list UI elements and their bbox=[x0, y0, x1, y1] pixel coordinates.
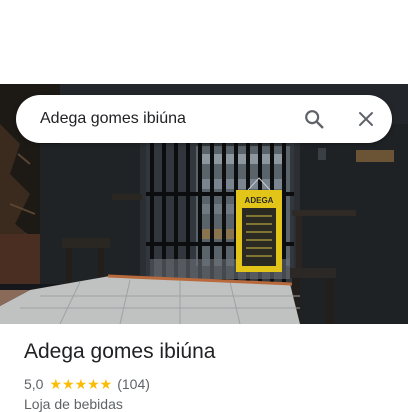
search-button[interactable] bbox=[296, 101, 332, 137]
close-icon bbox=[359, 112, 373, 126]
place-title: Adega gomes ibiúna bbox=[24, 340, 216, 363]
clear-button[interactable] bbox=[348, 101, 384, 137]
search-input[interactable]: Adega gomes ibiúna bbox=[40, 110, 296, 128]
rating-value: 5,0 bbox=[24, 376, 44, 392]
search-bar[interactable]: Adega gomes ibiúna bbox=[16, 95, 392, 143]
sign-label: ADEGA bbox=[245, 196, 274, 205]
star-rating-icon: ★★★★★ bbox=[49, 375, 113, 392]
review-count[interactable]: (104) bbox=[117, 376, 150, 392]
place-category: Loja de bebidas bbox=[24, 396, 123, 412]
rating-row[interactable]: 5,0 ★★★★★ (104) bbox=[24, 375, 150, 393]
search-icon bbox=[305, 110, 324, 129]
